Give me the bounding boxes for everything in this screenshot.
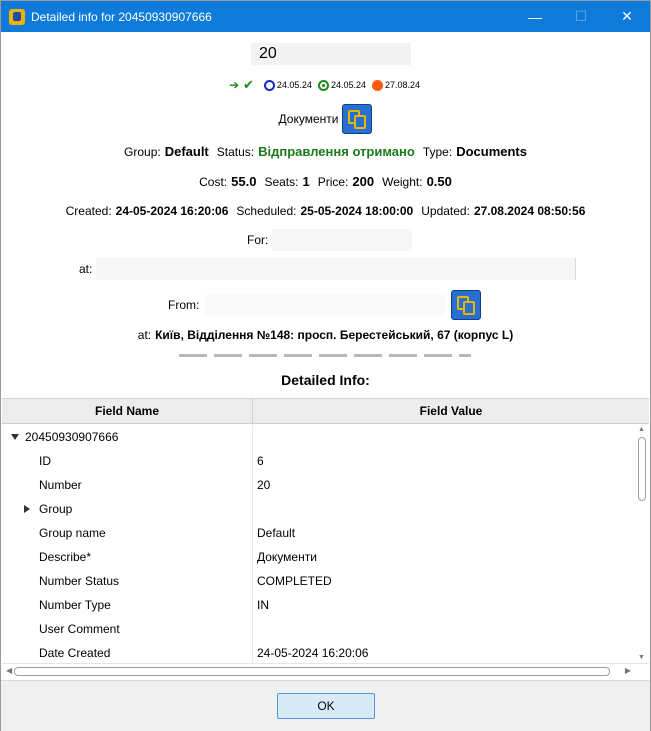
group-value: Default	[164, 144, 209, 159]
scroll-right-icon[interactable]: ▶	[625, 666, 631, 675]
status-label: Status:	[216, 144, 255, 159]
type-label: Type:	[422, 144, 453, 159]
table-row-group[interactable]: Group	[2, 497, 635, 521]
table-row[interactable]: Date Created 24-05-2024 16:20:06	[2, 641, 635, 663]
at-field[interactable]	[96, 258, 577, 280]
table-row[interactable]: Number 20	[2, 473, 635, 497]
close-icon: ✕	[621, 8, 633, 24]
cost-row: Cost: 55.0 Seats: 1 Price: 200 Weight: 0…	[1, 174, 650, 189]
seats-label: Seats:	[264, 174, 299, 189]
scroll-up-icon[interactable]: ▲	[635, 425, 648, 435]
for-field[interactable]	[272, 229, 413, 251]
detail-tree-table: Field Name Field Value 20450930907666 ID…	[2, 398, 649, 680]
price-label: Price:	[317, 174, 349, 189]
cost-value: 55.0	[231, 174, 257, 189]
created-label: Created:	[65, 204, 112, 218]
scheduled-label: Scheduled:	[236, 204, 297, 218]
destination-at-label: at:	[137, 328, 152, 342]
copy-from-button[interactable]	[451, 290, 482, 320]
expand-down-icon[interactable]	[11, 434, 19, 440]
status-value: Відправлення отримано	[258, 144, 415, 159]
status-icons-row: ➔ ✔ 24.05.24 24.05.24 27.08.24	[1, 77, 650, 93]
copy-documents-button[interactable]	[342, 104, 373, 134]
checkmark-icon: ✔	[243, 77, 254, 92]
price-value: 200	[352, 174, 375, 189]
for-row: For:	[247, 229, 413, 251]
table-row[interactable]: Describe* Документи	[2, 545, 635, 569]
table-row[interactable]: ID 6	[2, 449, 635, 473]
group-label: Group:	[124, 144, 161, 159]
maximize-icon: ☐	[574, 8, 588, 24]
ok-button[interactable]: OK	[277, 693, 375, 719]
table-body: 20450930907666 ID 6 Number 20 Group Grou…	[2, 425, 635, 663]
table-row[interactable]: User Comment	[2, 617, 635, 641]
horizontal-scroll-thumb[interactable]	[14, 667, 610, 676]
status-date-received: 27.08.24	[372, 79, 420, 91]
detailed-info-window: Detailed info for 20450930907666 — ☐ ✕ 2…	[0, 0, 651, 731]
at-row: at:	[79, 258, 577, 280]
from-label: From:	[168, 298, 200, 312]
title-bar[interactable]: Detailed info for 20450930907666 — ☐ ✕	[1, 1, 650, 32]
at-label: at:	[79, 262, 93, 276]
from-field[interactable]	[205, 294, 446, 316]
status-date-created: 24.05.24	[263, 79, 312, 91]
column-header-field-name[interactable]: Field Name	[2, 399, 253, 423]
vertical-scroll-thumb[interactable]	[638, 437, 646, 501]
table-row[interactable]: Number Status COMPLETED	[2, 569, 635, 593]
weight-value: 0.50	[426, 174, 452, 189]
from-row: From:	[168, 290, 482, 320]
window-title: Detailed info for 20450930907666	[31, 9, 212, 24]
scroll-left-icon[interactable]: ◀	[6, 666, 12, 675]
table-row[interactable]: Number Type IN	[2, 593, 635, 617]
table-header: Field Name Field Value	[2, 399, 649, 424]
maximize-button: ☐	[558, 1, 604, 32]
seats-value: 1	[302, 174, 310, 189]
progress-dashes	[179, 354, 471, 357]
detailed-info-title: Detailed Info:	[281, 372, 370, 388]
circle-open-icon	[263, 79, 275, 91]
table-row[interactable]: Group name Default	[2, 521, 635, 545]
for-label: For:	[247, 233, 269, 247]
expand-right-icon[interactable]	[24, 505, 30, 513]
destination-row: at: Київ, Відділення №148: просп. Берест…	[1, 328, 650, 342]
dialog-footer: OK	[1, 680, 650, 731]
scheduled-value: 25-05-2024 18:00:00	[300, 204, 414, 218]
updated-label: Updated:	[421, 204, 470, 218]
minimize-button[interactable]: —	[512, 1, 558, 32]
cost-label: Cost:	[199, 174, 228, 189]
column-header-field-value[interactable]: Field Value	[253, 399, 649, 423]
weight-label: Weight:	[382, 174, 423, 189]
dates-row: Created: 24-05-2024 16:20:06 Scheduled: …	[1, 204, 650, 218]
type-value: Documents	[456, 144, 527, 159]
created-value: 24-05-2024 16:20:06	[115, 204, 229, 218]
documents-row: Документи	[1, 104, 650, 134]
vertical-scrollbar[interactable]: ▲ ▼	[635, 425, 648, 663]
app-icon	[9, 8, 25, 25]
documents-label: Документи	[278, 112, 339, 126]
circle-dot-icon	[317, 79, 329, 91]
minimize-icon: —	[528, 8, 542, 25]
group-status-row: Group: Default Status: Відправлення отри…	[1, 144, 650, 159]
circle-filled-icon	[372, 79, 383, 91]
tree-root-row[interactable]: 20450930907666	[2, 425, 635, 449]
horizontal-scrollbar[interactable]: ◀ ▶	[2, 663, 649, 679]
scroll-down-icon[interactable]: ▼	[635, 653, 648, 663]
close-button[interactable]: ✕	[604, 1, 650, 32]
destination-address: Київ, Відділення №148: просп. Берестейсь…	[155, 328, 514, 342]
login-arrow-icon: ➔	[228, 78, 239, 92]
number-field[interactable]: 20	[251, 43, 411, 65]
status-date-sent: 24.05.24	[317, 79, 366, 91]
summary-panel: 20 ➔ ✔ 24.05.24 24.05.24 27.08.24 Докуме…	[1, 32, 650, 398]
updated-value: 27.08.2024 08:50:56	[473, 204, 586, 218]
